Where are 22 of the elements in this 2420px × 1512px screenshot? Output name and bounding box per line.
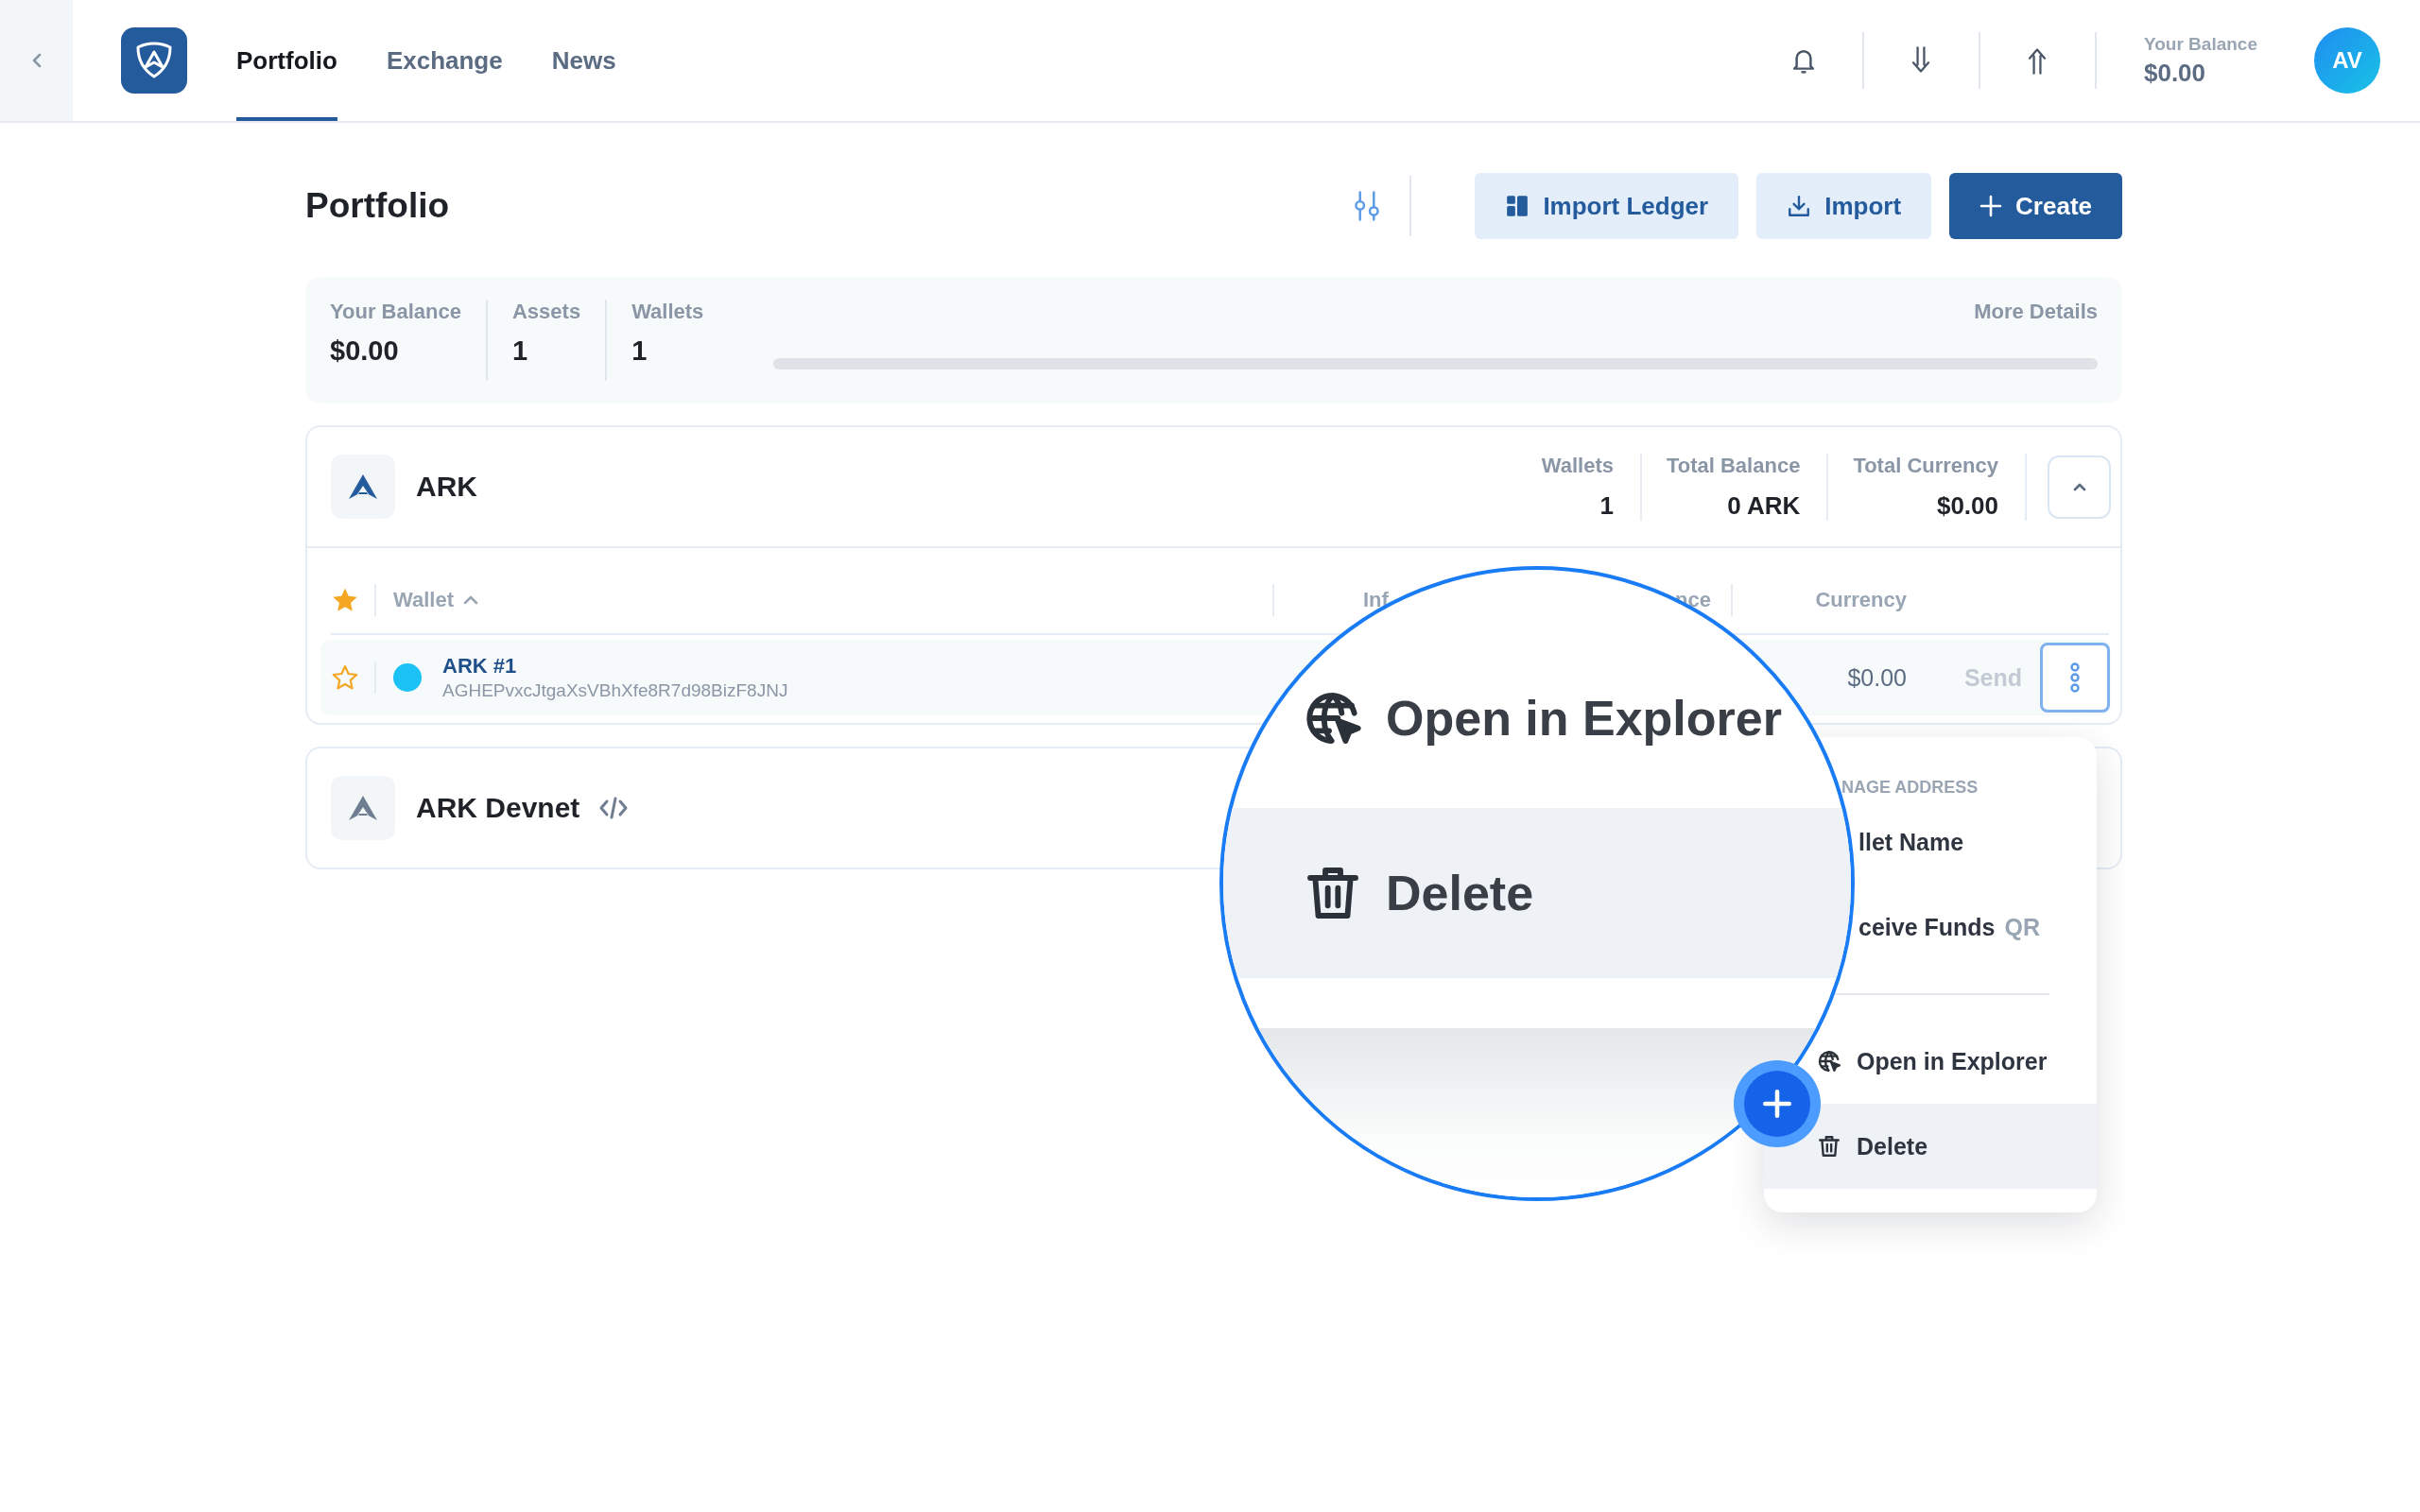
column-header: Currency <box>1815 588 1907 611</box>
stat-value: $0.00 <box>330 335 400 367</box>
network-name: ARK <box>416 471 477 503</box>
menu-section-title: NAGE ADDRESS <box>1841 777 1979 799</box>
balance-value: $0.00 <box>2143 58 2207 88</box>
stat-value: 1 <box>631 335 648 367</box>
stat-label: Wallets <box>1541 453 1614 478</box>
balance-label: Your Balance <box>2143 33 2257 55</box>
network-name: ARK Devnet <box>416 792 580 824</box>
stat-label: Total Balance <box>1666 453 1801 478</box>
wallet-address: AGHEPvxcJtgaXsVBhXfe8R7d98BizF8JNJ <box>442 680 788 701</box>
table-cell: $0.00 <box>1847 663 1907 691</box>
page-title: Portfolio <box>305 186 450 226</box>
column-header: Inf <box>1363 588 1389 612</box>
stat-label: Wallets <box>631 300 704 324</box>
stat-value: 1 <box>512 335 529 367</box>
stat-label: Your Balance <box>330 300 461 324</box>
stat-value: $0.00 <box>1936 490 1998 521</box>
stat-label: Total Currency <box>1853 453 1998 478</box>
stat-value: 1 <box>1599 490 1614 521</box>
stat-label: Assets <box>512 300 581 324</box>
stat-value: 0 ARK <box>1727 490 1801 521</box>
